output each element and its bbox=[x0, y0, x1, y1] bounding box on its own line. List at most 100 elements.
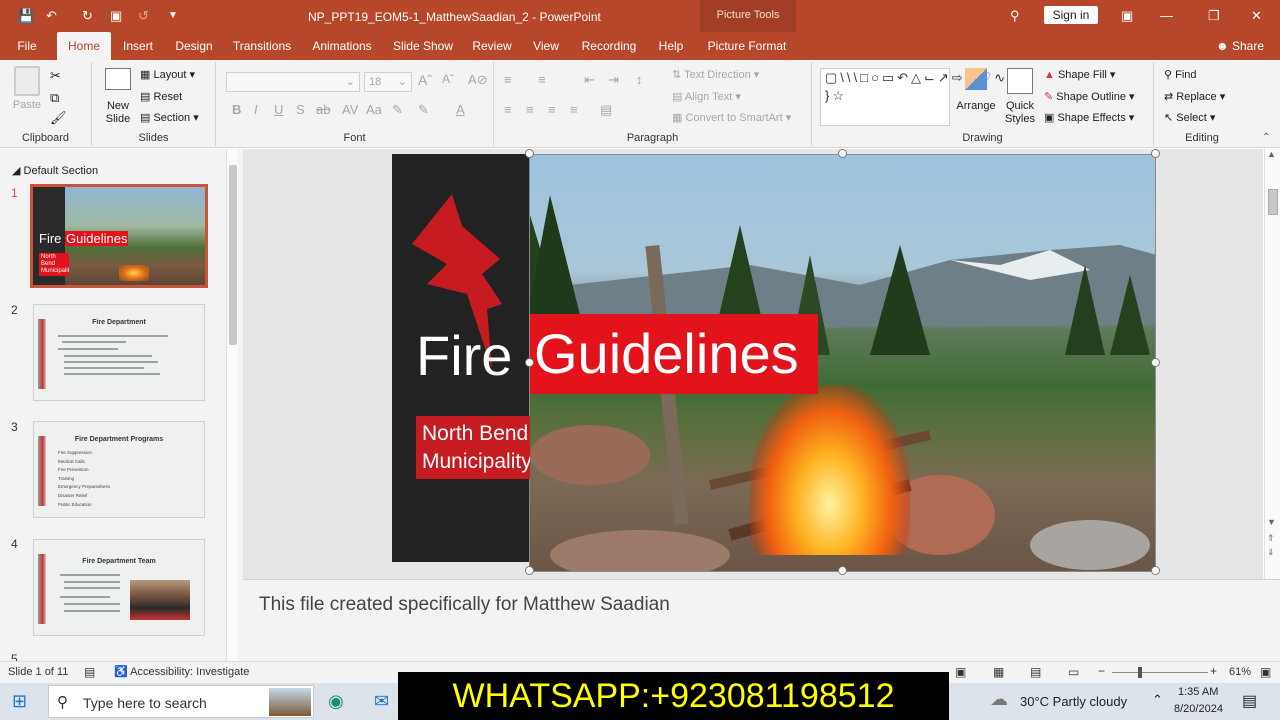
slide-title-part2[interactable]: Guidelines bbox=[530, 314, 818, 394]
reset-button[interactable]: ▤ Reset bbox=[140, 90, 182, 103]
search-icon[interactable]: ⚲ bbox=[1010, 6, 1020, 26]
align-text-button[interactable]: ▤ Align Text ▾ bbox=[672, 90, 741, 103]
align-left-icon[interactable]: ≡ bbox=[504, 102, 512, 117]
arrange-button[interactable]: Arrange bbox=[954, 68, 998, 113]
collapse-ribbon-icon[interactable]: ⌃ bbox=[1262, 132, 1270, 143]
section-button[interactable]: ▤ Section ▾ bbox=[140, 111, 199, 124]
justify-icon[interactable]: ≡ bbox=[570, 102, 578, 117]
accessibility-status[interactable]: ♿ Accessibility: Investigate bbox=[114, 665, 249, 678]
taskbar-search-box[interactable]: ⚲ Type here to search bbox=[48, 685, 314, 718]
tab-slide-show[interactable]: Slide Show bbox=[388, 32, 458, 60]
resize-handle[interactable] bbox=[1151, 149, 1160, 158]
character-spacing-icon[interactable]: AV bbox=[342, 102, 358, 117]
change-case-icon[interactable]: Aa bbox=[366, 102, 382, 117]
section-header[interactable]: ◢ Default Section bbox=[12, 164, 98, 177]
zoom-slider-thumb[interactable] bbox=[1138, 667, 1142, 678]
tab-review[interactable]: Review bbox=[468, 32, 516, 60]
select-button[interactable]: ↖ Select ▾ bbox=[1164, 111, 1215, 124]
scroll-up-icon[interactable]: ▲ bbox=[1267, 149, 1276, 159]
font-size-box[interactable]: 18 ⌄ bbox=[364, 72, 412, 92]
save-icon[interactable]: 💾 bbox=[18, 6, 34, 26]
mail-icon[interactable]: ✉ bbox=[374, 691, 389, 712]
weather-icon[interactable]: ☁ bbox=[990, 689, 1008, 710]
align-center-icon[interactable]: ≡ bbox=[526, 102, 534, 117]
slide-sorter-icon[interactable]: ▦ bbox=[993, 665, 1004, 679]
italic-icon[interactable]: I bbox=[254, 102, 258, 117]
notification-icon[interactable]: ▤ bbox=[1242, 691, 1257, 711]
show-hidden-icons[interactable]: ⌃ bbox=[1152, 692, 1163, 708]
customize-qat-icon[interactable]: ▼ bbox=[168, 6, 178, 26]
layout-button[interactable]: ▦ Layout ▾ bbox=[140, 68, 195, 81]
windows-start-icon[interactable]: ⊞ bbox=[12, 691, 27, 712]
underline-icon[interactable]: U bbox=[274, 102, 283, 117]
tab-picture-format[interactable]: Picture Format bbox=[700, 32, 794, 60]
text-direction-button[interactable]: ⇅ Text Direction ▾ bbox=[672, 68, 759, 81]
zoom-slider[interactable] bbox=[1112, 672, 1208, 673]
increase-font-icon[interactable]: Aˆ bbox=[418, 72, 432, 88]
tab-transitions[interactable]: Transitions bbox=[228, 32, 296, 60]
numbering-icon[interactable]: ≡ bbox=[538, 72, 546, 87]
align-right-icon[interactable]: ≡ bbox=[548, 102, 556, 117]
tab-insert[interactable]: Insert bbox=[118, 32, 158, 60]
refresh-icon[interactable]: ↺ bbox=[138, 6, 149, 26]
bold-icon[interactable]: B bbox=[232, 102, 241, 117]
decrease-font-icon[interactable]: Aˇ bbox=[442, 72, 454, 86]
line-spacing-icon[interactable]: ↕ bbox=[636, 72, 643, 87]
decrease-indent-icon[interactable]: ⇤ bbox=[584, 72, 595, 88]
notes-pane[interactable]: This file created specifically for Matth… bbox=[243, 579, 1280, 661]
resize-handle[interactable] bbox=[1151, 358, 1160, 367]
shape-effects-button[interactable]: ▣ Shape Effects ▾ bbox=[1044, 111, 1134, 124]
zoom-in-icon[interactable]: + bbox=[1210, 664, 1217, 678]
format-painter-icon[interactable]: 🖌 bbox=[50, 110, 67, 126]
convert-smartart-button[interactable]: ▦ Convert to SmartArt ▾ bbox=[672, 111, 791, 124]
new-slide-button[interactable]: New Slide bbox=[100, 68, 136, 126]
clock-date[interactable]: 8/20/2024 bbox=[1174, 703, 1223, 715]
slide-thumbnail-1[interactable]: Fire Guidelines North BendMunicipality bbox=[30, 184, 208, 288]
notes-text[interactable]: This file created specifically for Matth… bbox=[259, 594, 670, 616]
copy-icon[interactable]: ⧉ bbox=[50, 90, 59, 106]
paste-button[interactable]: Paste bbox=[12, 66, 42, 111]
tab-view[interactable]: View bbox=[526, 32, 566, 60]
panel-scroll-thumb[interactable] bbox=[229, 165, 237, 345]
resize-handle[interactable] bbox=[525, 358, 534, 367]
eraser-icon[interactable]: ✎ bbox=[392, 102, 403, 118]
zoom-level[interactable]: 61% bbox=[1229, 666, 1251, 678]
resize-handle[interactable] bbox=[525, 566, 534, 575]
share-button[interactable]: ☻ Share bbox=[1208, 32, 1272, 60]
shape-fill-button[interactable]: ▲ Shape Fill ▾ bbox=[1044, 68, 1115, 81]
sign-in-button[interactable]: Sign in bbox=[1044, 6, 1098, 24]
tab-animations[interactable]: Animations bbox=[306, 32, 378, 60]
tab-help[interactable]: Help bbox=[652, 32, 690, 60]
tab-design[interactable]: Design bbox=[170, 32, 218, 60]
highlight-icon[interactable]: ✎ bbox=[418, 102, 429, 118]
tab-file[interactable]: File bbox=[10, 32, 44, 60]
slide-title-part1[interactable]: Fire bbox=[416, 324, 512, 388]
slide-thumbnail-3[interactable]: Fire Department Programs Fire Suppressio… bbox=[33, 421, 205, 518]
resize-handle[interactable] bbox=[525, 149, 534, 158]
shadow-icon[interactable]: S bbox=[296, 102, 305, 117]
resize-handle[interactable] bbox=[1151, 566, 1160, 575]
clear-formatting-icon[interactable]: A⊘ bbox=[468, 72, 488, 88]
font-family-box[interactable]: ⌄ bbox=[226, 72, 360, 92]
panel-scrollbar[interactable] bbox=[226, 149, 238, 661]
maximize-icon[interactable]: ❐ bbox=[1208, 6, 1220, 26]
fit-to-window-icon[interactable]: ▣ bbox=[1260, 665, 1271, 679]
shapes-gallery[interactable]: ▢\\\□○▭↶△⌙↗⇨⇩♡∿⌒{ }☆ bbox=[820, 68, 1028, 126]
cut-icon[interactable]: ✂ bbox=[50, 68, 61, 84]
tab-recording[interactable]: Recording bbox=[576, 32, 642, 60]
slide-thumbnail-2[interactable]: Fire Department bbox=[33, 304, 205, 401]
increase-indent-icon[interactable]: ⇥ bbox=[608, 72, 619, 88]
redo-icon[interactable]: ↻ bbox=[82, 6, 93, 26]
scroll-down-icon[interactable]: ▼ bbox=[1267, 517, 1276, 527]
shape-outline-button[interactable]: ✎ Shape Outline ▾ bbox=[1044, 90, 1135, 103]
slide-canvas[interactable]: Fire Guidelines North Bend Municipality bbox=[392, 149, 1160, 575]
font-color-icon[interactable]: A bbox=[456, 102, 465, 117]
slideshow-icon[interactable]: ▭ bbox=[1068, 665, 1079, 679]
ribbon-display-icon[interactable]: ▣ bbox=[1121, 6, 1133, 26]
columns-icon[interactable]: ▤ bbox=[600, 102, 612, 118]
normal-view-icon[interactable]: ▣ bbox=[955, 665, 966, 679]
find-button[interactable]: ⚲ Find bbox=[1164, 68, 1197, 81]
bullets-icon[interactable]: ≡ bbox=[504, 72, 512, 87]
strikethrough-icon[interactable]: ab bbox=[316, 102, 330, 117]
replace-button[interactable]: ⇄ Replace ▾ bbox=[1164, 90, 1225, 103]
